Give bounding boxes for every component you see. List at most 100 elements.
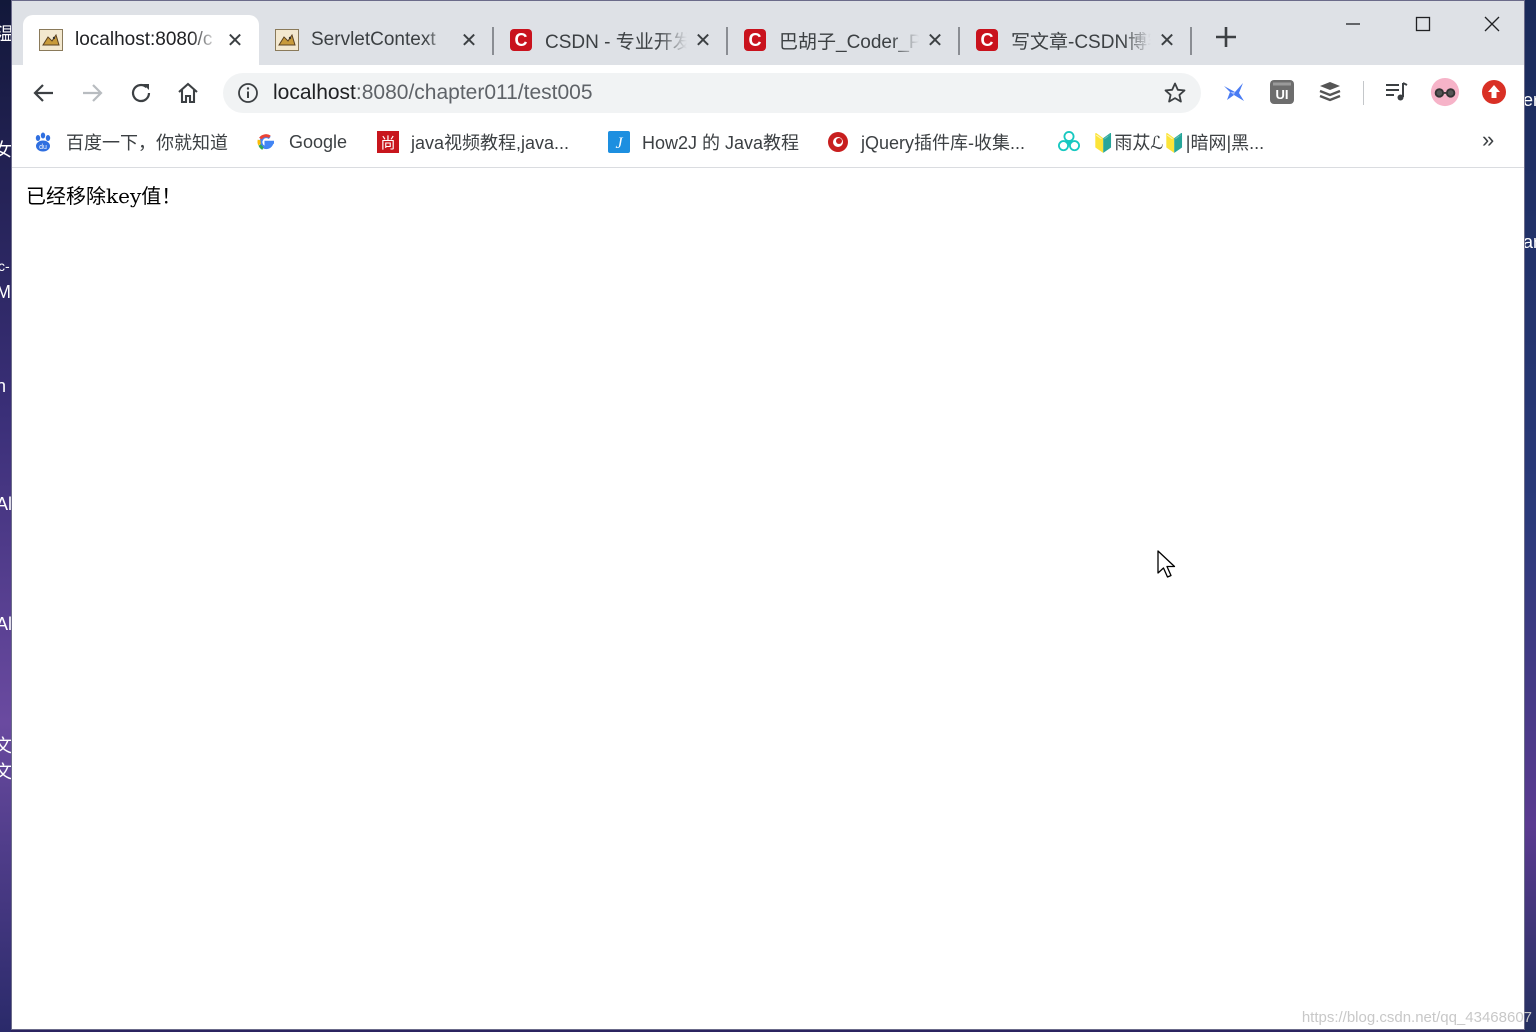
home-icon: [178, 82, 198, 104]
address-bar[interactable]: localhost:8080/chapter011/test005: [223, 73, 1201, 113]
toolbar: localhost:8080/chapter011/test005 UI: [12, 65, 1524, 119]
bookmark-label: Google: [289, 131, 348, 152]
tab-title: CSDN - 专业开发: [545, 31, 687, 53]
tomcat-icon: [275, 28, 299, 52]
profile-avatar-button[interactable]: [1430, 77, 1460, 107]
marmoset-ui-icon: UI: [1270, 80, 1294, 104]
tab-title: 写文章-CSDN博客: [1011, 31, 1151, 53]
bookmark-yucong[interactable]: 🔰雨苁ℒ🔰|暗网|黑...: [1058, 129, 1264, 155]
bookmarks-bar: du 百度一下，你就知道 Google 尚 java视频教程,java... J…: [12, 119, 1524, 168]
svg-text:尚: 尚: [380, 134, 395, 152]
desktop-text: 女: [0, 140, 11, 160]
bookmark-java-video[interactable]: 尚 java视频教程,java...: [377, 129, 569, 155]
svg-text:UI: UI: [1276, 87, 1289, 102]
desktop-text: 文: [0, 762, 11, 782]
minimize-button[interactable]: [1325, 9, 1381, 39]
desktop-text: er: [1525, 90, 1536, 110]
bookmark-label: How2J 的 Java教程: [642, 133, 800, 153]
svg-text:J: J: [615, 135, 623, 152]
reload-button[interactable]: [125, 77, 157, 109]
watermark-text: https://blog.csdn.net/qq_43468607: [1301, 1009, 1532, 1026]
bookmark-how2j[interactable]: J How2J 的 Java教程: [608, 129, 799, 155]
tomcat-icon: [39, 28, 63, 52]
back-arrow-icon: [33, 84, 53, 102]
reload-icon: [131, 83, 151, 103]
tab-title: localhost:8080/c: [75, 29, 213, 50]
bookmark-label: jQuery插件库-收集...: [861, 133, 1026, 153]
shang-icon: 尚: [377, 131, 399, 153]
new-tab-button[interactable]: [1211, 25, 1241, 55]
url-host: localhost: [273, 81, 356, 104]
extension-button[interactable]: [1315, 77, 1345, 107]
upload-arrow-icon: [1482, 80, 1506, 104]
desktop-text: ar: [1525, 232, 1536, 252]
close-icon[interactable]: ✕: [1157, 30, 1177, 52]
desktop-left-edge: 温 女 c- M n Al Al 文 文: [0, 0, 11, 1032]
forward-arrow-icon: [83, 84, 103, 102]
layers-extension-icon: [1319, 82, 1341, 102]
update-button[interactable]: [1479, 77, 1509, 107]
close-window-button[interactable]: [1464, 9, 1520, 39]
desktop-text: c-: [0, 258, 10, 274]
tab-localhost[interactable]: localhost:8080/c ✕: [23, 15, 259, 65]
csdn-icon: C: [975, 28, 999, 52]
minimize-icon: [1346, 23, 1360, 25]
bookmark-label: java视频教程,java...: [411, 133, 570, 153]
bird-extension-icon: [1224, 83, 1244, 101]
mouse-cursor-icon: [1157, 550, 1176, 578]
browser-window: localhost:8080/c ✕ ServletContext ✕ C CS…: [11, 0, 1525, 1030]
tab-servletcontext[interactable]: ServletContext ✕: [259, 15, 493, 65]
info-icon[interactable]: [237, 82, 259, 104]
desktop-text: M: [0, 282, 11, 302]
bookmarks-overflow-button[interactable]: »: [1482, 127, 1494, 153]
desktop-right-edge: er ar: [1525, 0, 1536, 1032]
incognito-glasses-avatar-icon: [1430, 77, 1460, 107]
back-button[interactable]: [28, 77, 60, 109]
tab-title: ServletContext: [311, 29, 436, 50]
close-icon[interactable]: ✕: [459, 30, 479, 52]
tab-write-article[interactable]: C 写文章-CSDN博客 ✕: [959, 15, 1191, 65]
page-message: 已经移除key值！: [26, 184, 182, 208]
svg-text:du: du: [39, 144, 47, 151]
home-button[interactable]: [172, 77, 204, 109]
bookmark-google[interactable]: Google: [255, 129, 347, 155]
how2j-icon: J: [608, 131, 630, 153]
close-icon: [1484, 16, 1500, 32]
plus-icon: [1216, 27, 1236, 47]
tab-separator: [1190, 27, 1192, 55]
tab-title: 巴胡子_Coder_Pl: [779, 31, 919, 53]
desktop-text: 温: [0, 24, 11, 44]
media-button[interactable]: [1381, 77, 1411, 107]
forward-button[interactable]: [76, 77, 108, 109]
maximize-button[interactable]: [1395, 9, 1451, 39]
biohazard-icon: [1058, 131, 1080, 153]
desktop-text: Al: [0, 614, 11, 634]
jquery-icon: [827, 131, 849, 153]
desktop-text: n: [0, 376, 7, 396]
close-icon[interactable]: ✕: [925, 30, 945, 52]
google-g-icon: [255, 131, 277, 153]
csdn-icon: C: [743, 28, 767, 52]
tab-bahuzi[interactable]: C 巴胡子_Coder_Pl ✕: [727, 15, 959, 65]
bookmark-baidu[interactable]: du 百度一下，你就知道: [32, 129, 228, 155]
tab-strip: localhost:8080/c ✕ ServletContext ✕ C CS…: [12, 1, 1524, 65]
desktop-text: Al: [0, 494, 11, 514]
page-content: 已经移除key值！: [12, 168, 1524, 1029]
csdn-icon: C: [509, 28, 533, 52]
toolbar-separator: [1363, 81, 1364, 105]
bookmark-label: 🔰雨苁ℒ🔰|暗网|黑...: [1092, 133, 1265, 153]
url-text[interactable]: localhost:8080/chapter011/test005: [273, 81, 593, 105]
tab-csdn[interactable]: C CSDN - 专业开发 ✕: [493, 15, 727, 65]
bookmark-star-icon[interactable]: [1163, 81, 1187, 105]
extension-button[interactable]: UI: [1267, 77, 1297, 107]
playlist-music-icon: [1386, 82, 1408, 101]
extension-button[interactable]: [1219, 77, 1249, 107]
close-icon[interactable]: ✕: [225, 30, 245, 52]
maximize-icon: [1415, 16, 1431, 32]
bookmark-label: 百度一下，你就知道: [66, 133, 228, 153]
url-path: :8080/chapter011/test005: [355, 81, 593, 104]
bookmark-jquery[interactable]: jQuery插件库-收集...: [827, 129, 1025, 155]
close-icon[interactable]: ✕: [693, 30, 713, 52]
desktop-text: 文: [0, 736, 11, 756]
baidu-paw-icon: du: [32, 131, 54, 153]
